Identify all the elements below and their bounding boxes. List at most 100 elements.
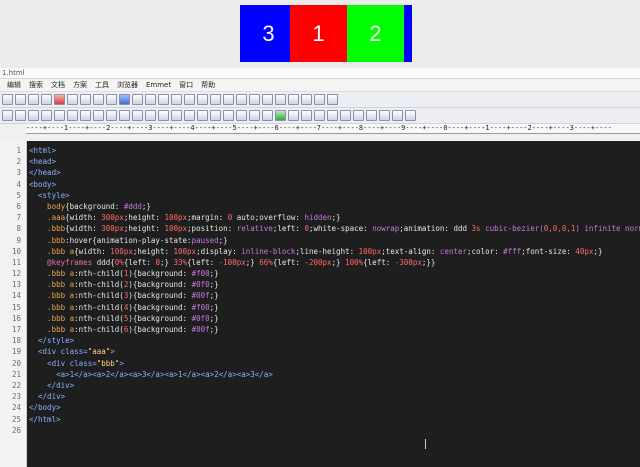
code-area[interactable]: 1 <html> 2 <head> 3 </head> 4 <body> 5 <style> 6 … (0, 141, 640, 467)
document-icon[interactable] (288, 94, 299, 105)
replace-icon[interactable] (106, 94, 117, 105)
carousel-banner[interactable]: 3 1 2 (240, 5, 412, 62)
document-icon[interactable] (223, 94, 234, 105)
code-line[interactable]: 18 </style> (0, 335, 640, 346)
help-icon[interactable] (327, 94, 338, 105)
indent-icon[interactable] (2, 110, 13, 121)
code-token: paused (191, 235, 219, 245)
check-icon[interactable] (275, 110, 286, 121)
document-icon[interactable] (197, 94, 208, 105)
document-icon[interactable] (41, 94, 52, 105)
grid-icon[interactable] (158, 110, 169, 121)
grid-icon[interactable] (28, 110, 39, 121)
undo-icon[interactable] (67, 94, 78, 105)
document-icon[interactable] (184, 94, 195, 105)
document-icon[interactable] (28, 94, 39, 105)
grid-icon[interactable] (145, 110, 156, 121)
code-line[interactable]: 4 <body> (0, 179, 640, 190)
check-icon[interactable] (2, 94, 13, 105)
code-line[interactable]: 8 .bbb{width: 300px;height: 100px;positi… (0, 223, 640, 234)
anchor-icon[interactable] (93, 110, 104, 121)
grid-icon[interactable] (366, 110, 377, 121)
grid-icon[interactable] (288, 110, 299, 121)
document-icon[interactable] (210, 94, 221, 105)
document-icon[interactable] (314, 94, 325, 105)
code-line[interactable]: 26 (0, 425, 640, 436)
grid-icon[interactable] (106, 110, 117, 121)
menu-edit[interactable]: 编辑 (4, 79, 24, 91)
document-icon[interactable] (301, 94, 312, 105)
grid-icon[interactable] (327, 110, 338, 121)
grid-icon[interactable] (54, 110, 65, 121)
grid-icon[interactable] (314, 110, 325, 121)
grid-icon[interactable] (379, 110, 390, 121)
grid-icon[interactable] (262, 110, 273, 121)
grid-icon[interactable] (353, 110, 364, 121)
menu-help[interactable]: 帮助 (198, 79, 218, 91)
menu-window[interactable]: 窗口 (176, 79, 196, 91)
carousel-slide[interactable]: 2 (347, 5, 404, 62)
menu-tools[interactable]: 工具 (92, 79, 112, 91)
grid-icon[interactable] (67, 110, 78, 121)
grid-icon[interactable] (80, 110, 91, 121)
check-icon[interactable] (15, 94, 26, 105)
grid-icon[interactable] (184, 110, 195, 121)
document-icon[interactable] (158, 94, 169, 105)
grid-icon[interactable] (41, 110, 52, 121)
grid-icon[interactable] (132, 110, 143, 121)
code-line[interactable]: 1 <html> (0, 145, 640, 156)
indent-icon[interactable] (15, 110, 26, 121)
code-line[interactable]: 17 .bbb a:nth-child(6){background: #00f;… (0, 324, 640, 335)
grid-icon[interactable] (249, 110, 260, 121)
delete-icon[interactable] (54, 94, 65, 105)
document-icon[interactable] (171, 94, 182, 105)
code-line[interactable]: 21 <a>1</a><a>2</a><a>3</a><a>1</a><a>2<… (0, 369, 640, 380)
code-lines[interactable]: 1 <html> 2 <head> 3 </head> 4 <body> 5 <style> 6 … (0, 145, 640, 436)
code-line[interactable]: 5 <style> (0, 190, 640, 201)
code-line[interactable]: 16 .bbb a:nth-child(5){background: #0f0;… (0, 313, 640, 324)
browser-icon[interactable] (119, 94, 130, 105)
code-line[interactable]: 20 <div class="bbb"> (0, 358, 640, 369)
menu-emmet[interactable]: Emmet (143, 79, 174, 91)
code-line[interactable]: 22 </div> (0, 380, 640, 391)
code-line[interactable]: 7 .aaa{width: 300px;height: 100px;margin… (0, 212, 640, 223)
menu-browser[interactable]: 浏览器 (114, 79, 141, 91)
grid-icon[interactable] (197, 110, 208, 121)
code-line[interactable]: 19 <div class="aaa"> (0, 346, 640, 357)
code-line[interactable]: 3 </head> (0, 167, 640, 178)
document-icon[interactable] (132, 94, 143, 105)
carousel-slide[interactable]: 1 (290, 5, 347, 62)
redo-icon[interactable] (80, 94, 91, 105)
grid-icon[interactable] (236, 110, 247, 121)
menu-scheme[interactable]: 方案 (70, 79, 90, 91)
code-line[interactable]: 11 @keyframes ddd{0%{left: 0;} 33%{left:… (0, 257, 640, 268)
code-line[interactable]: 2 <head> (0, 156, 640, 167)
search-icon[interactable] (93, 94, 104, 105)
menu-search[interactable]: 搜索 (26, 79, 46, 91)
document-icon[interactable] (275, 94, 286, 105)
grid-icon[interactable] (392, 110, 403, 121)
grid-icon[interactable] (405, 110, 416, 121)
code-line[interactable]: 10 .bbb a{width: 100px;height: 100px;dis… (0, 246, 640, 257)
carousel-slide[interactable]: 3 (240, 5, 297, 62)
code-line[interactable]: 6 body{background: #ddd;} (0, 201, 640, 212)
code-line[interactable]: 15 .bbb a:nth-child(4){background: #f00;… (0, 302, 640, 313)
code-line[interactable]: 9 .bbb:hover{animation-play-state:paused… (0, 235, 640, 246)
document-icon[interactable] (249, 94, 260, 105)
code-line[interactable]: 25 </html> (0, 414, 640, 425)
grid-icon[interactable] (210, 110, 221, 121)
grid-icon[interactable] (171, 110, 182, 121)
code-line[interactable]: 12 .bbb a:nth-child(1){background: #f00;… (0, 268, 640, 279)
document-icon[interactable] (145, 94, 156, 105)
code-line[interactable]: 14 .bbb a:nth-child(3){background: #00f;… (0, 290, 640, 301)
document-icon[interactable] (236, 94, 247, 105)
grid-icon[interactable] (223, 110, 234, 121)
code-line[interactable]: 24 </body> (0, 402, 640, 413)
code-line[interactable]: 13 .bbb a:nth-child(2){background: #0f0;… (0, 279, 640, 290)
code-line[interactable]: 23 </div> (0, 391, 640, 402)
grid-icon[interactable] (301, 110, 312, 121)
music-icon[interactable] (340, 110, 351, 121)
menu-document[interactable]: 文档 (48, 79, 68, 91)
grid-icon[interactable] (119, 110, 130, 121)
document-icon[interactable] (262, 94, 273, 105)
